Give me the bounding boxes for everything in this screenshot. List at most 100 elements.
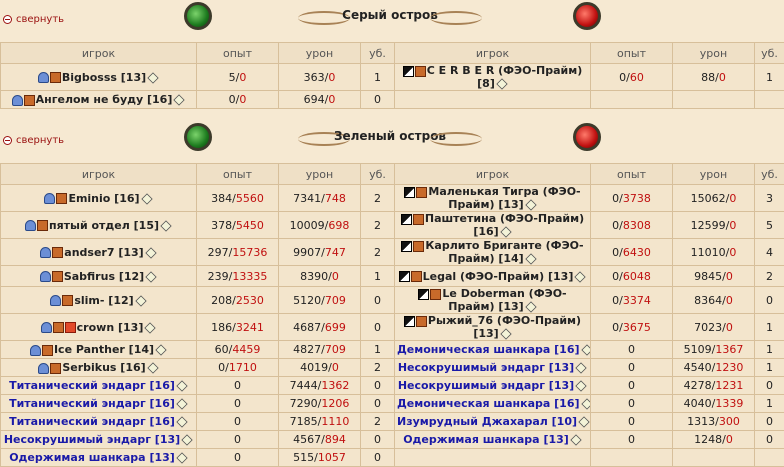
- column-header-exp: опыт: [590, 42, 673, 64]
- player-info-icon[interactable]: [570, 434, 582, 446]
- monster-name[interactable]: Одержимая шанкара [13]: [9, 451, 175, 464]
- monster-name[interactable]: Изумрудный Джахарал [10]: [397, 415, 577, 428]
- damage-dealt: 4540/: [683, 361, 716, 374]
- exp-cell: 60/4459: [196, 340, 279, 359]
- damage-dealt: 4567/: [293, 433, 325, 446]
- damage-cell: 9845/0: [672, 265, 755, 287]
- player-name[interactable]: Legal (ФЭО-Прайм) [13]: [423, 270, 574, 283]
- player-info-icon[interactable]: [574, 270, 587, 283]
- player-name[interactable]: andser7 [13]: [64, 246, 143, 259]
- column-header-damage: урон: [278, 42, 361, 64]
- player-info-icon[interactable]: [525, 253, 537, 265]
- player-info-icon[interactable]: [160, 219, 172, 232]
- table-row: Титанический эндарг [16] 0 7185/1110 2 Изумр…: [0, 412, 784, 431]
- player-info-icon[interactable]: [500, 328, 512, 340]
- damage-dealt: 4278/: [683, 379, 716, 392]
- player-info-icon[interactable]: [147, 71, 159, 84]
- collapse-label: свернуть: [16, 135, 65, 146]
- kills-cell: 3: [754, 184, 784, 212]
- exp-gained: 0/: [619, 70, 630, 84]
- exp-cell: 0: [196, 376, 279, 395]
- player-info-icon[interactable]: [575, 380, 587, 392]
- collapse-link[interactable]: свернуть: [3, 135, 64, 146]
- player-info-icon[interactable]: [575, 362, 587, 374]
- player-name[interactable]: Ice Panther [14]: [54, 343, 154, 356]
- player-cell: Несокрушимый эндарг [13]: [394, 376, 591, 395]
- player-info-icon[interactable]: [578, 416, 590, 428]
- player-info-icon[interactable]: [496, 78, 508, 90]
- exp-gained: 0/: [612, 320, 623, 334]
- player-info-icon[interactable]: [176, 452, 188, 464]
- player-name[interactable]: Маленькая Тигра (ФЭО-Прайм) [13]: [428, 186, 580, 211]
- player-name[interactable]: crown [13]: [77, 321, 144, 334]
- player-info-icon[interactable]: [176, 398, 188, 410]
- player-info-icon[interactable]: [145, 246, 157, 259]
- table-row: crown [13] 186/3241 4687/699 0 Рыжий_76 (ФЭО…: [0, 313, 784, 341]
- player-info-icon[interactable]: [525, 199, 537, 211]
- player-name[interactable]: slim- [12]: [74, 294, 133, 307]
- exp-gained: 0: [628, 361, 635, 374]
- kills-cell: 0: [360, 448, 395, 467]
- player-name[interactable]: Eminio [16]: [68, 192, 139, 205]
- collapse-icon: [3, 136, 12, 145]
- player-info-icon[interactable]: [173, 94, 186, 106]
- monster-name[interactable]: Несокрушимый эндарг [13]: [398, 361, 574, 374]
- kills-cell: 1: [754, 394, 784, 413]
- column-header-player: игрок: [0, 42, 197, 64]
- player-info-icon[interactable]: [140, 192, 153, 205]
- column-header-damage: урон: [278, 163, 361, 185]
- exp-cell: 0: [196, 430, 279, 449]
- monster-name[interactable]: Титанический эндарг [16]: [9, 397, 175, 410]
- monster-name[interactable]: Демоническая шанкара [16]: [397, 397, 580, 410]
- exp-total: 2530: [235, 293, 264, 307]
- player-info-icon[interactable]: [181, 434, 193, 446]
- damage-dealt: 88/: [701, 70, 719, 84]
- player-cell: Демоническая шанкара [16]: [394, 340, 591, 359]
- monster-name[interactable]: Демоническая шанкара [16]: [397, 343, 580, 356]
- monster-name[interactable]: Несокрушимый эндарг [13]: [398, 379, 574, 392]
- battle-table: игрок опыт урон уб. игрок опыт урон уб. Bigbosss…: [0, 42, 784, 109]
- alignment-icon: [29, 344, 41, 356]
- player-info-icon[interactable]: [525, 301, 537, 313]
- exp-gained: 297/: [207, 245, 233, 259]
- damage-dealt: 4040/: [683, 397, 716, 410]
- damage-dealt: 9907/: [293, 245, 325, 259]
- player-info-icon[interactable]: [176, 416, 188, 428]
- damage-cell: 7341/748: [278, 184, 361, 212]
- damage-received: 0: [729, 191, 737, 205]
- monster-name[interactable]: Несокрушимый эндарг [13]: [4, 433, 180, 446]
- player-info-icon[interactable]: [176, 380, 188, 392]
- player-info-icon[interactable]: [155, 344, 167, 356]
- damage-cell: 7444/1362: [278, 376, 361, 395]
- player-name[interactable]: Sabfirus [12]: [64, 270, 144, 283]
- player-name[interactable]: Serbikus [16]: [62, 361, 145, 374]
- player-name[interactable]: Le Doberman (ФЭО-Прайм) [13]: [442, 288, 566, 313]
- player-info-icon[interactable]: [144, 321, 157, 334]
- monster-name[interactable]: Титанический эндарг [16]: [9, 415, 175, 428]
- kills-cell: 2: [360, 358, 395, 377]
- column-header-exp: опыт: [196, 163, 279, 185]
- collapse-link[interactable]: свернуть: [3, 14, 64, 25]
- player-info-icon[interactable]: [147, 362, 159, 374]
- exp-cell: 0/0: [196, 90, 279, 109]
- player-info-icon[interactable]: [580, 344, 590, 356]
- player-info-icon[interactable]: [145, 270, 157, 283]
- monster-name[interactable]: Одержимая шанкара [13]: [403, 433, 569, 446]
- player-name[interactable]: Bigbosss [13]: [62, 71, 146, 84]
- damage-cell: 4827/709: [278, 340, 361, 359]
- monster-name[interactable]: Титанический эндарг [16]: [9, 379, 175, 392]
- table-header-row: игрок опыт урон уб. игрок опыт урон уб.: [0, 163, 784, 185]
- exp-cell: 0/3374: [590, 286, 673, 314]
- table-header-row: игрок опыт урон уб. игрок опыт урон уб.: [0, 42, 784, 64]
- team-red-orb-icon: [573, 123, 601, 151]
- player-info-icon[interactable]: [580, 398, 590, 410]
- player-info-icon[interactable]: [134, 294, 147, 307]
- exp-gained: 0: [628, 397, 635, 410]
- player-name[interactable]: Ангелом не буду [16]: [36, 93, 173, 106]
- player-name[interactable]: Карлито Бриганте (ФЭО-Прайм) [14]: [425, 240, 583, 265]
- alignment-icon: [11, 94, 23, 106]
- damage-received: 747: [324, 245, 346, 259]
- player-name[interactable]: пятый отдел [15]: [49, 219, 159, 232]
- damage-dealt: 7023/: [694, 320, 726, 334]
- player-info-icon[interactable]: [500, 226, 512, 238]
